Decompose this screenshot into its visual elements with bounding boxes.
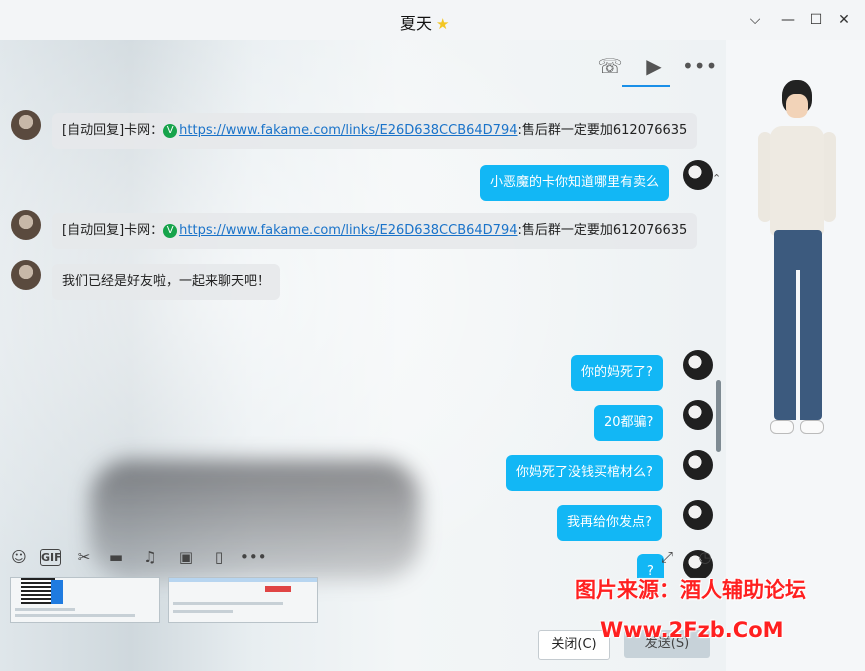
outgoing-message: 20都骗?: [594, 405, 664, 441]
scrollbar-thumb[interactable]: [716, 380, 721, 452]
music-icon[interactable]: ♫: [139, 546, 161, 568]
my-avatar[interactable]: [683, 500, 713, 530]
star-icon: ★: [436, 15, 450, 33]
title-bar: 夏天 ★ ⌵ — ☐ ✕: [0, 0, 865, 40]
message-link[interactable]: https://www.fakame.com/links/E26D638CCB6…: [179, 223, 517, 238]
figure-part: [800, 420, 824, 434]
more-options-icon[interactable]: •••: [682, 52, 717, 80]
video-call-icon[interactable]: ▶: [640, 52, 668, 80]
my-avatar[interactable]: [683, 160, 713, 190]
history-icon[interactable]: ◷: [694, 546, 716, 568]
chevron-down-icon[interactable]: ⌵: [742, 8, 768, 32]
chat-top-actions: ☏ ▶ •••: [0, 40, 726, 90]
outgoing-message: 我再给你发点?: [557, 505, 662, 541]
thumbnail-graphic: [51, 580, 63, 604]
figure-part: [786, 94, 808, 118]
message-link[interactable]: https://www.fakame.com/links/E26D638CCB6…: [179, 123, 517, 138]
scissors-icon[interactable]: ✂: [73, 546, 95, 568]
watermark-source: 图片来源：酒人辅助论坛: [575, 578, 806, 602]
window-title: 夏天 ★: [400, 10, 449, 34]
voice-call-icon[interactable]: ☏: [596, 52, 624, 80]
emoji-icon[interactable]: ☺: [8, 546, 30, 568]
outgoing-message: 小恶魔的卡你知道哪里有卖么: [480, 165, 670, 201]
figure-part: [796, 270, 800, 420]
message-text: [自动回复]卡网：: [62, 223, 164, 238]
message-text: [自动回复]卡网：: [62, 123, 164, 138]
maximize-button[interactable]: ☐: [803, 8, 829, 32]
thumbnail-graphic: [15, 614, 135, 617]
attached-image-thumbnail[interactable]: [10, 577, 160, 623]
my-avatar[interactable]: [683, 400, 713, 430]
verified-icon: V: [163, 123, 178, 138]
thumbnail-graphic: [169, 578, 317, 582]
gif-button[interactable]: GIF: [40, 549, 62, 566]
figure-part: [770, 126, 824, 236]
contact-name: 夏天: [400, 14, 433, 33]
incoming-message: [自动回复]卡网： Vhttps://www.fakame.com/links/E…: [52, 113, 698, 149]
scroll-up-icon[interactable]: ⌃: [712, 172, 721, 185]
contact-avatar[interactable]: [11, 210, 41, 240]
incoming-message: 我们已经是好友啦，一起来聊天吧！: [52, 264, 281, 300]
outgoing-message: 你妈死了没钱买棺材么?: [506, 455, 663, 491]
contact-avatar[interactable]: [11, 110, 41, 140]
figure-part: [822, 132, 836, 222]
avatar-show-figure[interactable]: [756, 80, 836, 460]
verified-icon: V: [163, 223, 178, 238]
thumbnail-graphic: [173, 610, 233, 613]
message-list[interactable]: ⌃ [自动回复]卡网： Vhttps://www.fakame.com/links…: [0, 88, 726, 578]
incoming-message: [自动回复]卡网： Vhttps://www.fakame.com/links/E…: [52, 213, 698, 249]
folder-icon[interactable]: ▬: [105, 546, 127, 568]
active-tab-indicator: [622, 85, 670, 87]
attached-image-thumbnail[interactable]: [168, 577, 318, 623]
my-avatar[interactable]: [683, 450, 713, 480]
outgoing-message: 你的妈死了?: [571, 355, 663, 391]
watermark-url: Www.2Fzb.CoM: [600, 618, 784, 642]
qr-code-image: [21, 578, 55, 604]
my-avatar[interactable]: [683, 350, 713, 380]
image-icon[interactable]: ▣: [175, 546, 197, 568]
thumbnail-graphic: [265, 586, 291, 592]
input-toolbar: ☺ GIF ✂ ▬ ♫ ▣ ▯ ••• ⤢ ◷: [0, 538, 726, 572]
more-tools-icon[interactable]: •••: [240, 546, 267, 568]
message-text: :售后群一定要加612076635: [517, 223, 688, 238]
thumbnail-graphic: [15, 608, 75, 611]
expand-icon[interactable]: ⤢: [656, 546, 678, 568]
contact-avatar[interactable]: [11, 260, 41, 290]
minimize-button[interactable]: —: [775, 8, 801, 32]
chat-window: 夏天 ★ ⌵ — ☐ ✕ ☏ ▶ ••• ⌃ [自动回复]卡网： Vhttps://…: [0, 0, 865, 671]
close-window-button[interactable]: ✕: [831, 8, 857, 32]
message-text: :售后群一定要加612076635: [517, 123, 688, 138]
figure-part: [770, 420, 794, 434]
thumbnail-graphic: [173, 602, 283, 605]
shake-icon[interactable]: ▯: [208, 546, 230, 568]
